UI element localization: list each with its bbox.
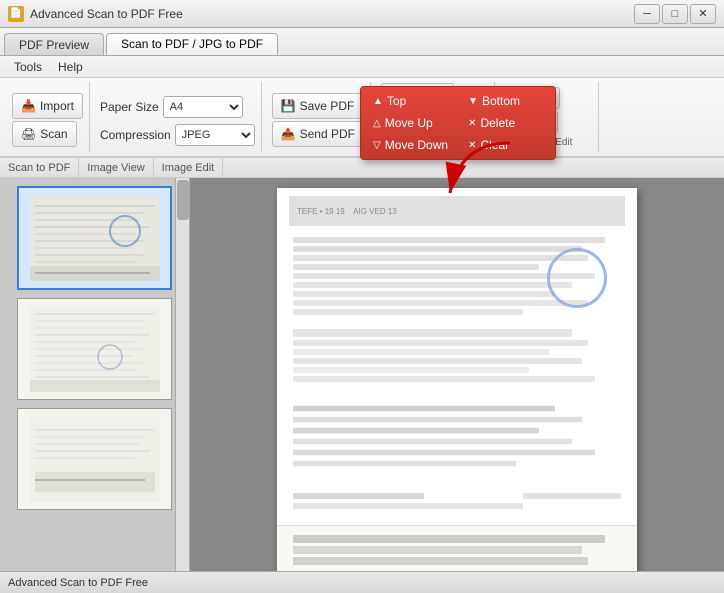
doc-text-area	[277, 230, 637, 322]
thumbnail-1-img	[19, 188, 170, 288]
maximize-button[interactable]: □	[662, 4, 688, 24]
delete-icon: ✕	[468, 118, 476, 129]
doc-mid-section	[277, 322, 637, 389]
dropdown-menu: ▲ Top ▼ Bottom △ Move Up ✕ Delete ▽ Move…	[360, 86, 556, 160]
menu-help[interactable]: Help	[50, 58, 91, 76]
ribbon-group-import-scan: 📥 Import 🖨 Scan	[6, 82, 90, 152]
move-up-icon: △	[373, 118, 381, 129]
bottom-icon: ▼	[468, 96, 478, 107]
doc-signature-section	[277, 485, 637, 517]
move-down-icon: ▽	[373, 140, 381, 151]
thumbnail-panel[interactable]	[0, 178, 190, 571]
window-controls: ─ □ ✕	[634, 4, 716, 24]
section-labels: Scan to PDF Image View Image Edit	[0, 158, 724, 178]
paper-size-label: Paper Size	[100, 100, 159, 114]
thumbnail-2[interactable]	[17, 298, 172, 400]
clear-icon: ✕	[468, 140, 476, 151]
status-bar: Advanced Scan to PDF Free	[0, 571, 724, 593]
compression-row: Compression JPEG PNG	[100, 124, 255, 146]
menu-move-up[interactable]: △ Move Up	[367, 113, 454, 133]
scan-button[interactable]: 🖨 Scan	[12, 121, 77, 147]
compression-select[interactable]: JPEG PNG	[175, 124, 255, 146]
close-button[interactable]: ✕	[690, 4, 716, 24]
doc-header: ТЕFE • 19 19 AIG VED 13	[289, 196, 625, 226]
window-title: Advanced Scan to PDF Free	[30, 7, 183, 21]
menu-move-down[interactable]: ▽ Move Down	[367, 135, 454, 155]
scan-icon: 🖨	[21, 127, 36, 141]
document-page: ТЕFE • 19 19 AIG VED 13	[277, 188, 637, 571]
send-pdf-icon: 📤	[281, 127, 296, 141]
menu-tools[interactable]: Tools	[6, 58, 50, 76]
save-pdf-icon: 💾	[281, 99, 296, 113]
image-view-section-label: Image View	[79, 158, 153, 177]
ribbon: 📥 Import 🖨 Scan Paper Size A4 Letter A3 …	[0, 78, 724, 158]
thumbnail-3-img	[18, 409, 171, 509]
paper-size-select[interactable]: A4 Letter A3	[163, 96, 243, 118]
doc-rotated-section	[277, 397, 637, 475]
thumbnail-1[interactable]	[17, 186, 172, 290]
menu-bar: Tools Help	[0, 56, 724, 78]
minimize-button[interactable]: ─	[634, 4, 660, 24]
scan-to-pdf-section: Scan to PDF	[0, 158, 79, 177]
menu-delete[interactable]: ✕ Delete	[462, 113, 549, 133]
title-bar: 📄 Advanced Scan to PDF Free ─ □ ✕	[0, 0, 724, 28]
image-edit-section-label: Image Edit	[154, 158, 224, 177]
menu-bottom[interactable]: ▼ Bottom	[462, 91, 549, 111]
import-button[interactable]: 📥 Import	[12, 93, 83, 119]
preview-area[interactable]: ТЕFE • 19 19 AIG VED 13	[190, 178, 724, 571]
scroll-thumb[interactable]	[177, 180, 189, 220]
title-bar-left: 📄 Advanced Scan to PDF Free	[8, 6, 183, 22]
send-pdf-button[interactable]: 📤 Send PDF	[272, 121, 364, 147]
save-pdf-button[interactable]: 💾 Save PDF	[272, 93, 364, 119]
menu-clear[interactable]: ✕ Clear	[462, 135, 549, 155]
tab-pdf-preview[interactable]: PDF Preview	[4, 33, 104, 55]
paper-size-row: Paper Size A4 Letter A3	[100, 96, 243, 118]
thumbnail-scrollbar[interactable]	[175, 178, 189, 571]
doc-bottom-section	[277, 525, 637, 571]
app-icon: 📄	[8, 6, 24, 22]
menu-top[interactable]: ▲ Top	[367, 91, 454, 111]
import-icon: 📥	[21, 99, 36, 113]
status-text: Advanced Scan to PDF Free	[8, 577, 148, 589]
top-icon: ▲	[373, 96, 383, 107]
compression-label: Compression	[100, 128, 171, 142]
ribbon-group-paper: Paper Size A4 Letter A3 Compression JPEG…	[94, 82, 262, 152]
tab-bar: PDF Preview Scan to PDF / JPG to PDF	[0, 28, 724, 56]
main-content: ТЕFE • 19 19 AIG VED 13	[0, 178, 724, 571]
ribbon-group-save-send: 💾 Save PDF 📤 Send PDF	[266, 82, 371, 152]
tab-scan-to-pdf[interactable]: Scan to PDF / JPG to PDF	[106, 33, 278, 55]
thumbnail-3[interactable]	[17, 408, 172, 510]
thumbnail-2-img	[18, 299, 171, 399]
